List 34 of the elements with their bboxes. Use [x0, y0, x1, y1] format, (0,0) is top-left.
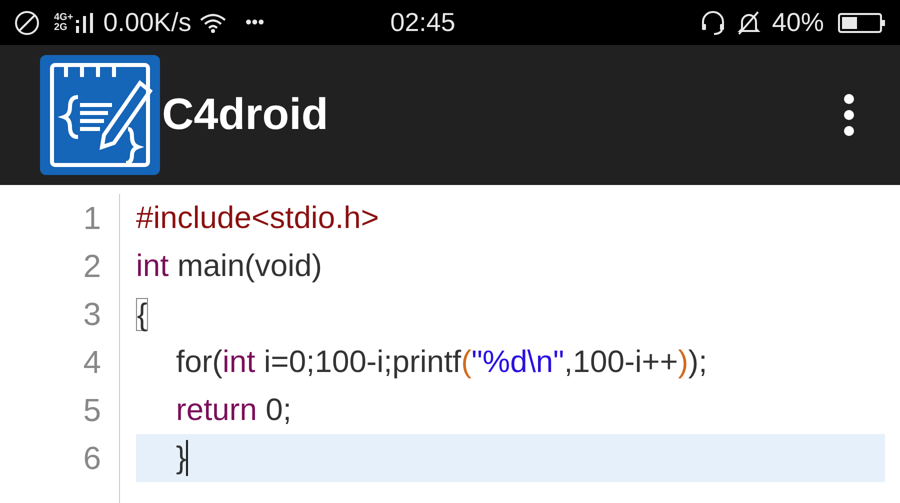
code-token: ,100-i++: [564, 342, 678, 381]
bell-muted-icon: [736, 10, 762, 36]
code-token: #include<stdio.h>: [136, 198, 380, 237]
battery-icon: [838, 12, 886, 34]
code-token: {: [136, 298, 148, 330]
network-type: 4G+: [54, 12, 74, 22]
code-token: ): [678, 342, 688, 381]
code-token: );: [688, 342, 708, 381]
code-token: int: [136, 246, 169, 285]
code-token: int: [222, 342, 256, 381]
line-number: 2: [83, 247, 101, 286]
code-token: }: [176, 438, 186, 477]
code-token: "%d\n": [472, 342, 564, 381]
text-cursor: [186, 440, 188, 476]
line-number: 4: [83, 343, 101, 382]
code-token: return: [176, 390, 257, 429]
line-number: 3: [83, 295, 101, 334]
app-title: C4droid: [162, 89, 328, 141]
headset-icon: [700, 10, 726, 36]
clock: 02:45: [390, 6, 456, 39]
more-notifications: •••: [245, 11, 264, 34]
network-speed: 0.00K/s: [103, 6, 192, 39]
code-token: 0;: [264, 390, 292, 429]
line-number: 6: [83, 439, 101, 478]
line-number: 1: [83, 199, 101, 238]
network-type: 2G: [54, 22, 68, 32]
battery-percent: 40%: [772, 6, 824, 39]
code-token: for(: [176, 342, 222, 381]
wifi-icon: [199, 12, 228, 34]
line-number: 5: [83, 391, 101, 430]
code-token: i=0;100-i;printf: [262, 342, 462, 381]
code-token: main(void): [176, 246, 322, 285]
code-token: (: [461, 342, 472, 381]
blocked-icon: [14, 10, 40, 36]
